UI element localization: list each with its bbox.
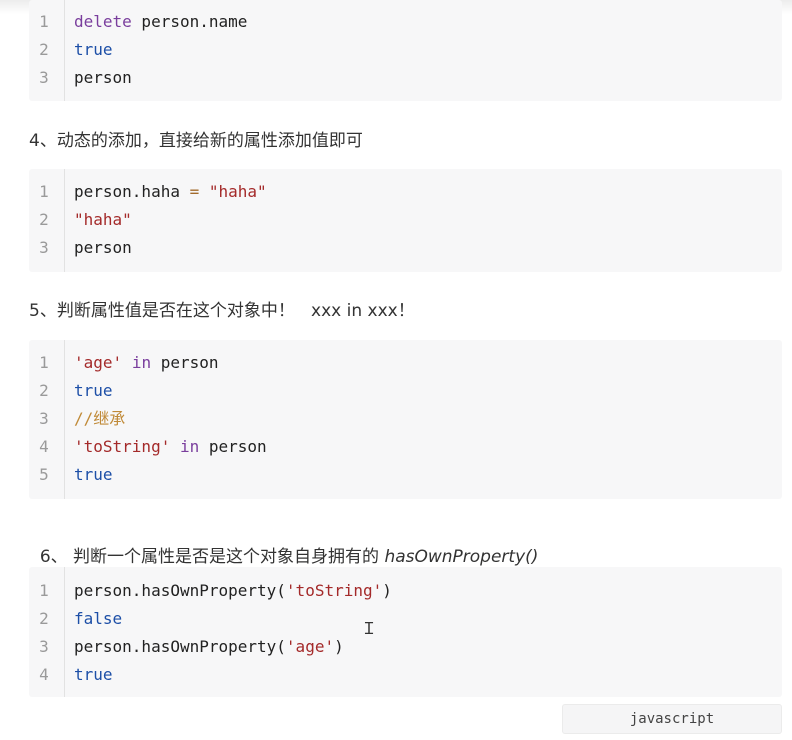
code-text: person	[74, 234, 132, 262]
code-text: delete person.name	[74, 8, 247, 36]
code-text: true	[74, 36, 113, 64]
code-text: true	[74, 461, 113, 489]
code-line: 3 //继承	[29, 405, 782, 433]
code-line: 1 delete person.name	[29, 8, 782, 36]
code-line: 1 person.haha = "haha"	[29, 178, 782, 206]
section-heading-5: 5、判断属性值是否在这个对象中！ xxx in xxx！	[29, 301, 415, 321]
code-text: person.hasOwnProperty('toString')	[74, 577, 392, 605]
code-block-dynamic-add[interactable]: 1 person.haha = "haha" 2 "haha" 3 person	[29, 169, 782, 272]
language-label-button[interactable]: javascript	[562, 704, 782, 734]
section-heading-6-text: 6、 判断一个属性是否是这个对象自身拥有的	[39, 547, 385, 567]
code-token: 'age'	[285, 637, 335, 656]
line-number: 3	[39, 637, 49, 656]
code-token: 'toString'	[74, 437, 171, 456]
line-number: 2	[39, 609, 49, 628]
code-token: "haha"	[208, 182, 267, 201]
code-line: 3 person	[29, 64, 782, 92]
code-token: person.hasOwnProperty(	[74, 581, 286, 600]
code-block-delete[interactable]: 1 delete person.name 2 true 3 person	[29, 0, 782, 101]
code-token: )	[334, 637, 344, 656]
code-token: person.haha	[74, 182, 190, 201]
section-heading-6-method: hasOwnProperty()	[384, 547, 539, 567]
code-line: 2 true	[29, 36, 782, 64]
line-number: 2	[39, 210, 49, 229]
code-text: //继承	[74, 405, 125, 433]
line-number: 1	[39, 12, 49, 31]
code-text: person.hasOwnProperty('age')	[74, 633, 344, 661]
code-token: in	[131, 353, 152, 372]
code-text: person	[74, 64, 132, 92]
code-token: person.hasOwnProperty(	[74, 637, 286, 656]
code-token: delete	[74, 12, 132, 31]
line-number: 2	[39, 381, 49, 400]
line-number: 1	[39, 353, 49, 372]
code-token: true	[74, 381, 113, 400]
code-line: 5 true	[29, 461, 782, 489]
code-token: "haha"	[74, 210, 132, 229]
text-cursor-icon: Ｉ	[361, 619, 378, 638]
line-number: 4	[39, 437, 49, 456]
code-line: 4 true	[29, 661, 782, 689]
code-line: 2 false	[29, 605, 782, 633]
code-line: 2 "haha"	[29, 206, 782, 234]
code-line: 3 person	[29, 234, 782, 262]
code-token: 'age'	[74, 353, 123, 372]
code-text: false	[74, 605, 122, 633]
code-line: 4 'toString' in person	[29, 433, 782, 461]
line-number: 4	[39, 665, 49, 684]
code-text: "haha"	[74, 206, 132, 234]
code-block-hasownproperty[interactable]: 1 person.hasOwnProperty('toString') 2 false…	[29, 567, 782, 697]
code-token: 'toString'	[285, 581, 383, 600]
code-token: true	[74, 465, 113, 484]
section-heading-6: 6、 判断一个属性是否是这个对象自身拥有的 hasOwnProperty()	[29, 522, 539, 567]
line-number: 1	[39, 581, 49, 600]
code-token: in	[179, 437, 200, 456]
code-token: //继承	[74, 409, 126, 428]
code-token: person	[74, 68, 132, 87]
code-block-in-operator[interactable]: 1 'age' in person 2 true 3 //继承 4 'toString' in…	[29, 340, 782, 499]
code-line: 3 person.hasOwnProperty('age')	[29, 633, 782, 661]
code-line: 1 'age' in person	[29, 349, 782, 377]
code-token: person	[199, 437, 267, 456]
code-token: false	[74, 609, 123, 628]
code-text: 'toString' in person	[74, 433, 267, 461]
code-token: person	[74, 238, 132, 257]
line-number: 3	[39, 409, 49, 428]
code-text: true	[74, 661, 113, 689]
line-number: 5	[39, 465, 49, 484]
line-number: 2	[39, 40, 49, 59]
code-line: 2 true	[29, 377, 782, 405]
code-token: =	[189, 182, 200, 201]
code-token: )	[382, 581, 392, 600]
code-text: person.haha = "haha"	[74, 178, 267, 206]
code-text: 'age' in person	[74, 349, 219, 377]
section-heading-4: 4、动态的添加，直接给新的属性添加值即可	[29, 131, 363, 151]
code-text: true	[74, 377, 113, 405]
code-token: person	[151, 353, 219, 372]
code-token: true	[74, 40, 113, 59]
line-number: 3	[39, 238, 49, 257]
line-number: 1	[39, 182, 49, 201]
code-token: true	[74, 665, 113, 684]
code-line: 1 person.hasOwnProperty('toString')	[29, 577, 782, 605]
line-number: 3	[39, 68, 49, 87]
code-token: person.name	[131, 12, 248, 31]
